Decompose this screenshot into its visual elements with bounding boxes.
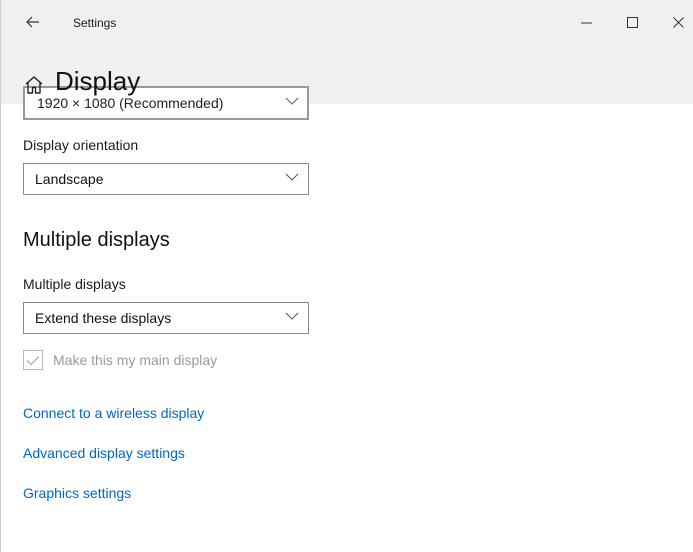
multiple-displays-heading: Multiple displays xyxy=(23,229,170,251)
main-display-checkbox[interactable] xyxy=(23,350,43,370)
arrow-left-icon xyxy=(26,16,39,28)
maximize-button[interactable] xyxy=(612,8,652,36)
chevron-down-icon xyxy=(285,312,299,320)
multiple-displays-dropdown[interactable]: Extend these displays xyxy=(23,302,309,334)
multiple-displays-value: Extend these displays xyxy=(35,310,172,326)
resolution-value: 1920 × 1080 (Recommended) xyxy=(37,95,224,111)
minimize-button[interactable] xyxy=(566,8,606,36)
orientation-dropdown[interactable]: Landscape xyxy=(23,163,309,195)
checkmark-icon xyxy=(26,355,40,365)
graphics-settings-link[interactable]: Graphics settings xyxy=(23,485,131,501)
advanced-display-settings-link[interactable]: Advanced display settings xyxy=(23,445,185,461)
close-icon xyxy=(672,16,684,28)
minimize-icon xyxy=(580,22,592,23)
settings-window: Settings Display 1920 × 1080 (Recommende… xyxy=(0,0,693,552)
title-bar: Settings xyxy=(1,0,693,52)
chevron-down-icon xyxy=(285,173,299,181)
orientation-label: Display orientation xyxy=(23,137,139,153)
app-title: Settings xyxy=(73,16,117,30)
connect-wireless-display-link[interactable]: Connect to a wireless display xyxy=(23,405,204,421)
multiple-displays-label: Multiple displays xyxy=(23,276,126,292)
page-title: Display xyxy=(55,66,141,96)
chevron-down-icon xyxy=(285,97,299,105)
main-display-checkbox-label: Make this my main display xyxy=(53,352,218,368)
orientation-value: Landscape xyxy=(35,171,104,187)
home-icon xyxy=(25,76,43,94)
maximize-icon xyxy=(626,16,638,28)
close-button[interactable] xyxy=(658,8,693,36)
back-button[interactable] xyxy=(17,8,49,36)
main-display-option: Make this my main display xyxy=(23,349,217,371)
